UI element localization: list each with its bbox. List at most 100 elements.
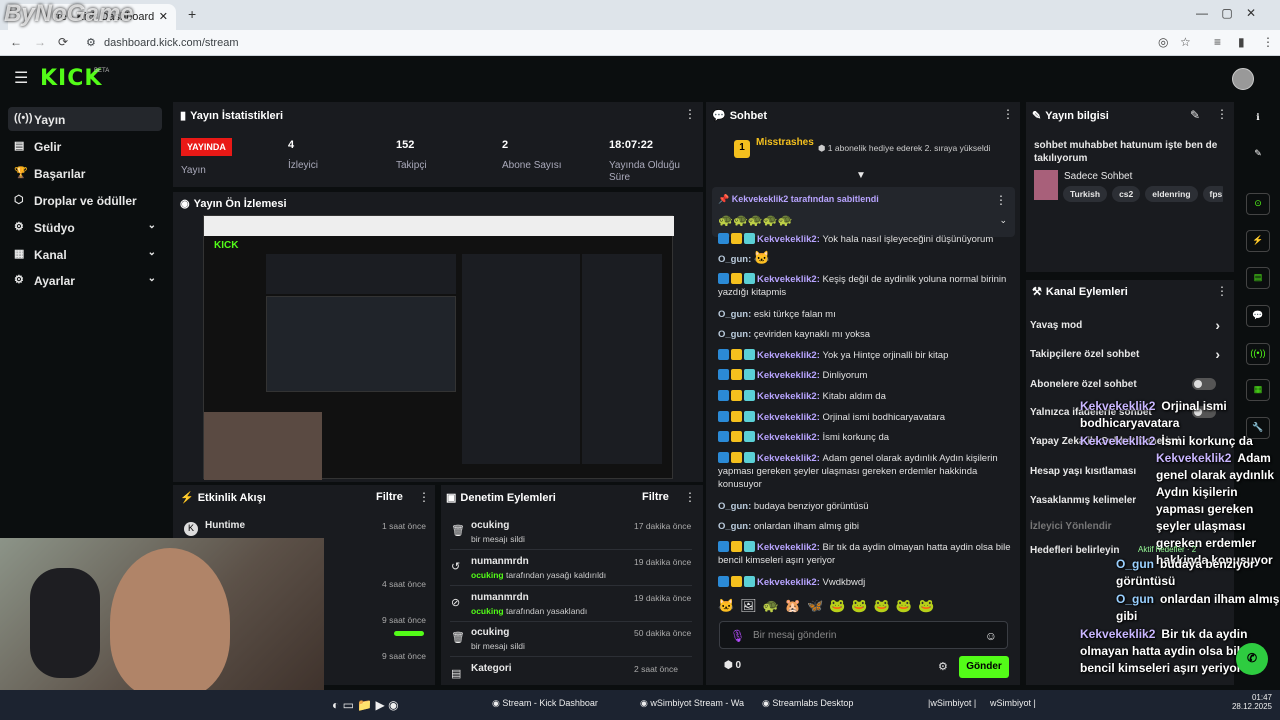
top-gifter[interactable]: Misstrashes	[756, 137, 814, 148]
chat-username[interactable]: O_gun:	[718, 329, 754, 340]
sidebar-item-ayarlar[interactable]: ⚙ Ayarlar ⌄	[8, 268, 162, 292]
sidebar-item-ba-ar-lar[interactable]: 🏆 Başarılar	[8, 161, 162, 185]
tag-chip[interactable]: cs2	[1112, 186, 1141, 202]
phone-icon[interactable]: ✆	[1236, 643, 1268, 675]
sidebar-item-kanal[interactable]: ▦ Kanal ⌄	[8, 242, 162, 266]
chat-username[interactable]: Kekvekeklik2:	[757, 577, 823, 588]
chat-username[interactable]: Kekvekeklik2:	[757, 412, 823, 423]
emote-bar[interactable]: 🐱🖼🐢🐹🦋🐸🐸🐸🐸🐸	[718, 598, 1008, 614]
focus-icon[interactable]: ⊙	[1246, 193, 1270, 215]
hamburger-icon[interactable]: ☰	[14, 68, 28, 88]
taskbar-app[interactable]: wSimbiyot |	[990, 698, 1036, 708]
moderation-user[interactable]: ocuking	[471, 520, 509, 531]
action-item[interactable]: Takipçilere özel sohbet ›	[1030, 342, 1226, 368]
category-name[interactable]: Sadece Sohbet	[1064, 171, 1132, 182]
clock[interactable]: 01:47 28.12.2025	[1228, 693, 1272, 711]
chat-username[interactable]: Kekvekeklik2:	[757, 350, 823, 361]
activity-filter-button[interactable]: Filtre	[376, 491, 403, 503]
emoji-icon[interactable]: ☺	[985, 629, 997, 643]
chat-username[interactable]: Kekvekeklik2:	[757, 453, 823, 464]
menu-icon[interactable]: ⋮	[1262, 35, 1274, 49]
filter-icon[interactable]: ▼	[856, 170, 866, 181]
tag-chip[interactable]: Turkish	[1063, 186, 1108, 202]
actions-menu-icon[interactable]: ⋮	[1216, 284, 1228, 298]
sidebar-item-yay-n[interactable]: ((•)) Yayın	[8, 107, 162, 131]
new-tab-icon[interactable]: +	[188, 6, 196, 22]
sidebar-item-gelir[interactable]: ▤ Gelir	[8, 134, 162, 158]
stats-menu-icon[interactable]: ⋮	[684, 107, 696, 121]
chat-message[interactable]: O_gun: çeviriden kaynaklı mı yoksa	[718, 328, 1013, 341]
edit-icon[interactable]: ✎	[1190, 108, 1200, 122]
chat-message[interactable]: O_gun: eski türkçe falan mı	[718, 308, 1013, 321]
chat-icon[interactable]: 💬	[1246, 305, 1270, 327]
extension-icon[interactable]: ▮	[1238, 35, 1245, 49]
info-menu-icon[interactable]: ⋮	[1216, 107, 1228, 121]
taskbar-icons[interactable]: ◐ ▭ 📁 ▶ ◉	[332, 698, 399, 712]
chat-message[interactable]: Kekvekeklik2: Dinliyorum	[718, 369, 1013, 382]
chat-username[interactable]: Kekvekeklik2:	[757, 234, 823, 245]
tag-chip[interactable]: eldenring	[1145, 186, 1198, 202]
chat-username[interactable]: O_gun:	[718, 309, 754, 320]
pinned-message[interactable]: 📌 Kekvekeklik2 tarafından sabitlendi 🐢🐢🐢…	[712, 187, 1015, 237]
chat-username[interactable]: Kekvekeklik2:	[757, 274, 823, 285]
avatar[interactable]	[1232, 68, 1254, 90]
chat-username[interactable]: Kekvekeklik2:	[757, 542, 823, 553]
send-button[interactable]: Gönder	[959, 656, 1009, 678]
action-item[interactable]: Yavaş mod ›	[1030, 313, 1226, 339]
chat-message[interactable]: Kekvekeklik2: Yok ya Hintçe orjinalli bi…	[718, 349, 1013, 362]
toggle[interactable]	[1192, 378, 1216, 390]
chat-message[interactable]: Kekvekeklik2: Keşiş değil de aydinlik yo…	[718, 273, 1013, 299]
chat-message[interactable]: Kekvekeklik2: Adam genel olarak aydınlık…	[718, 452, 1013, 491]
broadcast-icon[interactable]: ((•))	[1246, 343, 1270, 365]
moderation-user[interactable]: ocuking	[471, 627, 509, 638]
chat-message[interactable]: Kekvekeklik2: İsmi korkunç da	[718, 431, 1013, 444]
moderation-user[interactable]: numanmrdn	[471, 556, 529, 567]
reload-icon[interactable]: ⟳	[58, 35, 68, 49]
window-controls[interactable]: — ▢ ✕	[1196, 6, 1276, 20]
stream-preview[interactable]: KICK	[203, 215, 674, 480]
chat-message[interactable]: Kekvekeklik2: Orjinal ismi bodhicaryavat…	[718, 411, 1013, 424]
chat-username[interactable]: O_gun:	[718, 501, 754, 512]
url-field[interactable]: ⚙ dashboard.kick.com/stream	[78, 34, 1178, 52]
chat-username[interactable]: O_gun:	[718, 521, 754, 532]
site-info-icon[interactable]: ⚙	[86, 36, 96, 49]
sidebar-item-droplar-ve-d-ller[interactable]: ⬡ Droplar ve ödüller	[8, 188, 162, 212]
chat-message[interactable]: Kekvekeklik2: Kitabı aldım da	[718, 390, 1013, 403]
points[interactable]: ⬢ 0	[724, 660, 741, 671]
taskbar-app[interactable]: ◉ wSimbiyot Stream - Wa	[640, 698, 744, 709]
close-icon[interactable]: ✕	[159, 10, 168, 23]
taskbar-app[interactable]: |wSimbiyot |	[928, 698, 976, 708]
action-item[interactable]: Abonelere özel sohbet	[1030, 372, 1226, 398]
tag-chip[interactable]: fps	[1202, 186, 1223, 202]
chat-message[interactable]: Kekvekeklik2: Bir tık da aydin olmayan h…	[718, 541, 1013, 567]
sidebar-item-st-dyo[interactable]: ⚙ Stüdyo ⌄	[8, 215, 162, 239]
mic-icon[interactable]: 🎙	[730, 629, 745, 643]
chat-settings-icon[interactable]: ⚙	[938, 660, 948, 673]
chat-username[interactable]: Kekvekeklik2:	[757, 370, 823, 381]
bolt-icon[interactable]: ⚡	[1246, 230, 1270, 252]
taskbar-app[interactable]: ◉ Stream - Kick Dashboar	[492, 698, 598, 709]
list-icon[interactable]: ▤	[1246, 267, 1270, 289]
pencil-icon[interactable]: ✎	[1246, 144, 1270, 166]
moderation-user[interactable]: numanmrdn	[471, 592, 529, 603]
chat-username[interactable]: O_gun:	[718, 254, 754, 265]
chat-username[interactable]: Kekvekeklik2:	[757, 432, 823, 443]
taskbar-app[interactable]: ◉ Streamlabs Desktop	[762, 698, 853, 709]
activity-name[interactable]: Huntime	[205, 520, 245, 531]
moderation-user[interactable]: Kategori	[471, 663, 512, 674]
chat-message[interactable]: Kekvekeklik2: Yok hala nasıl işleyeceğin…	[718, 233, 1013, 246]
chat-menu-icon[interactable]: ⋮	[1002, 107, 1014, 121]
back-icon[interactable]: ←	[10, 35, 22, 49]
info-icon[interactable]: ℹ	[1246, 108, 1270, 130]
forward-icon[interactable]: →	[34, 35, 46, 49]
chat-username[interactable]: Kekvekeklik2:	[757, 391, 823, 402]
star-icon[interactable]: ☆	[1180, 35, 1191, 49]
chevron-down-icon[interactable]: ⌄	[999, 215, 1007, 226]
chat-message[interactable]: O_gun: 🐱	[718, 251, 1013, 266]
moderation-filter-button[interactable]: Filtre	[642, 491, 669, 503]
chat-input[interactable]: 🎙 Bir mesaj gönderin ☺	[719, 621, 1008, 649]
chat-message[interactable]: Kekvekeklik2: Vwdkbwdj	[718, 576, 1013, 589]
queue-icon[interactable]: ≡	[1214, 35, 1221, 49]
eye-off-icon[interactable]: ◎	[1158, 35, 1168, 49]
chat-message[interactable]: O_gun: budaya benziyor görüntüsü	[718, 500, 1013, 513]
